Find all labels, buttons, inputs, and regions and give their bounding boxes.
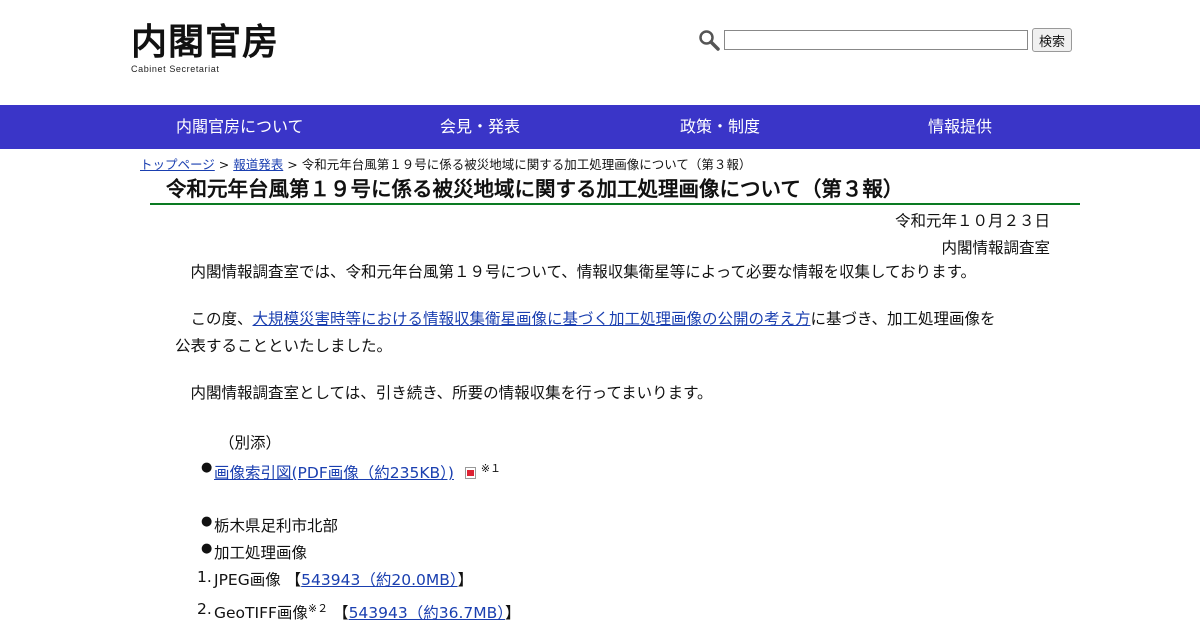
jpeg-download-link[interactable]: 543943（約20.0MB） bbox=[301, 571, 457, 589]
page-title: 令和元年台風第１９号に係る被災地域に関する加工処理画像について（第３報） bbox=[150, 176, 1080, 205]
search-input[interactable] bbox=[724, 30, 1028, 50]
bullet-icon: ● bbox=[201, 460, 213, 475]
pdf-icon bbox=[464, 467, 476, 480]
paragraph-2-tail: に基づき、加工処理画像を bbox=[810, 310, 996, 328]
breadcrumb-separator: > bbox=[287, 157, 298, 172]
paragraph-1: 内閣情報調査室では、令和元年台風第１９号について、情報収集衛星等によって必要な情… bbox=[175, 263, 977, 281]
list-item-area: ● 栃木県足利市北部 bbox=[201, 514, 339, 536]
policy-link[interactable]: 大規模災害時等における情報収集衛星画像に基づく加工処理画像の公開の考え方 bbox=[253, 310, 811, 328]
logo-sub-text: Cabinet Secretariat bbox=[131, 64, 220, 74]
paragraph-2-line2: 公表することといたしました。 bbox=[175, 337, 393, 355]
logo-main-text: 内閣官房 bbox=[131, 21, 280, 63]
page-title-text: 令和元年台風第１９号に係る被災地域に関する加工処理画像について（第３報） bbox=[166, 177, 904, 201]
nav-item-info[interactable]: 情報提供 bbox=[928, 105, 992, 149]
list-number: 2. bbox=[197, 600, 212, 618]
bullet-icon: ● bbox=[201, 514, 213, 529]
issuing-organization: 内閣情報調査室 bbox=[941, 239, 1050, 257]
nav-item-press[interactable]: 会見・発表 bbox=[440, 105, 520, 149]
search-button[interactable]: 検索 bbox=[1032, 28, 1073, 52]
breadcrumb-separator: > bbox=[218, 157, 230, 172]
nav-item-policy[interactable]: 政策・制度 bbox=[680, 105, 760, 149]
site-logo[interactable]: 内閣官房 Cabinet Secretariat bbox=[131, 22, 279, 74]
footnote-marker-2: ※２ bbox=[307, 602, 329, 615]
attachment-label: （別添） bbox=[219, 434, 282, 452]
processed-label: 加工処理画像 bbox=[214, 544, 308, 562]
geotiff-label: GeoTIFF画像 bbox=[214, 604, 308, 623]
list-item-geotiff: 2. GeoTIFF画像※２ 【543943（約36.7MB）】 bbox=[197, 600, 521, 623]
list-item-jpeg: 1. JPEG画像 【543943（約20.0MB）】 bbox=[197, 568, 474, 589]
list-item-processed: ● 加工処理画像 bbox=[201, 541, 308, 563]
footnote-marker-1: ※１ bbox=[480, 462, 502, 475]
breadcrumb-press-link[interactable]: 報道発表 bbox=[233, 157, 283, 172]
list-number: 1. bbox=[197, 568, 212, 586]
nav-item-about[interactable]: 内閣官房について bbox=[176, 105, 304, 149]
release-date: 令和元年１０月２３日 bbox=[894, 212, 1050, 230]
header: 内閣官房 Cabinet Secretariat 検索 bbox=[0, 0, 1200, 105]
global-nav: 内閣官房について 会見・発表 政策・制度 情報提供 bbox=[0, 105, 1200, 149]
area-name: 栃木県足利市北部 bbox=[214, 517, 339, 535]
paragraph-3: 内閣情報調査室としては、引き続き、所要の情報収集を行ってまいります。 bbox=[175, 384, 713, 402]
paragraph-2-lead: この度、 bbox=[175, 310, 253, 328]
search-area: 検索 bbox=[698, 28, 1073, 52]
paragraph-2: この度、大規模災害時等における情報収集衛星画像に基づく加工処理画像の公開の考え方… bbox=[175, 306, 1045, 360]
bullet-icon: ● bbox=[201, 541, 213, 556]
jpeg-label: JPEG画像 bbox=[214, 571, 286, 589]
breadcrumb-top-link[interactable]: トップページ bbox=[140, 157, 215, 172]
breadcrumb-current: 令和元年台風第１９号に係る被災地域に関する加工処理画像について（第３報） bbox=[301, 157, 752, 172]
breadcrumb: トップページ > 報道発表 > 令和元年台風第１９号に係る被災地域に関する加工処… bbox=[140, 154, 751, 173]
search-icon bbox=[699, 30, 720, 51]
index-pdf-link[interactable]: 画像索引図(PDF画像（約235KB）) bbox=[214, 464, 454, 482]
geotiff-download-link[interactable]: 543943（約36.7MB） bbox=[349, 604, 505, 622]
list-item-index: ● 画像索引図(PDF画像（約235KB）) ※１ bbox=[201, 460, 502, 483]
